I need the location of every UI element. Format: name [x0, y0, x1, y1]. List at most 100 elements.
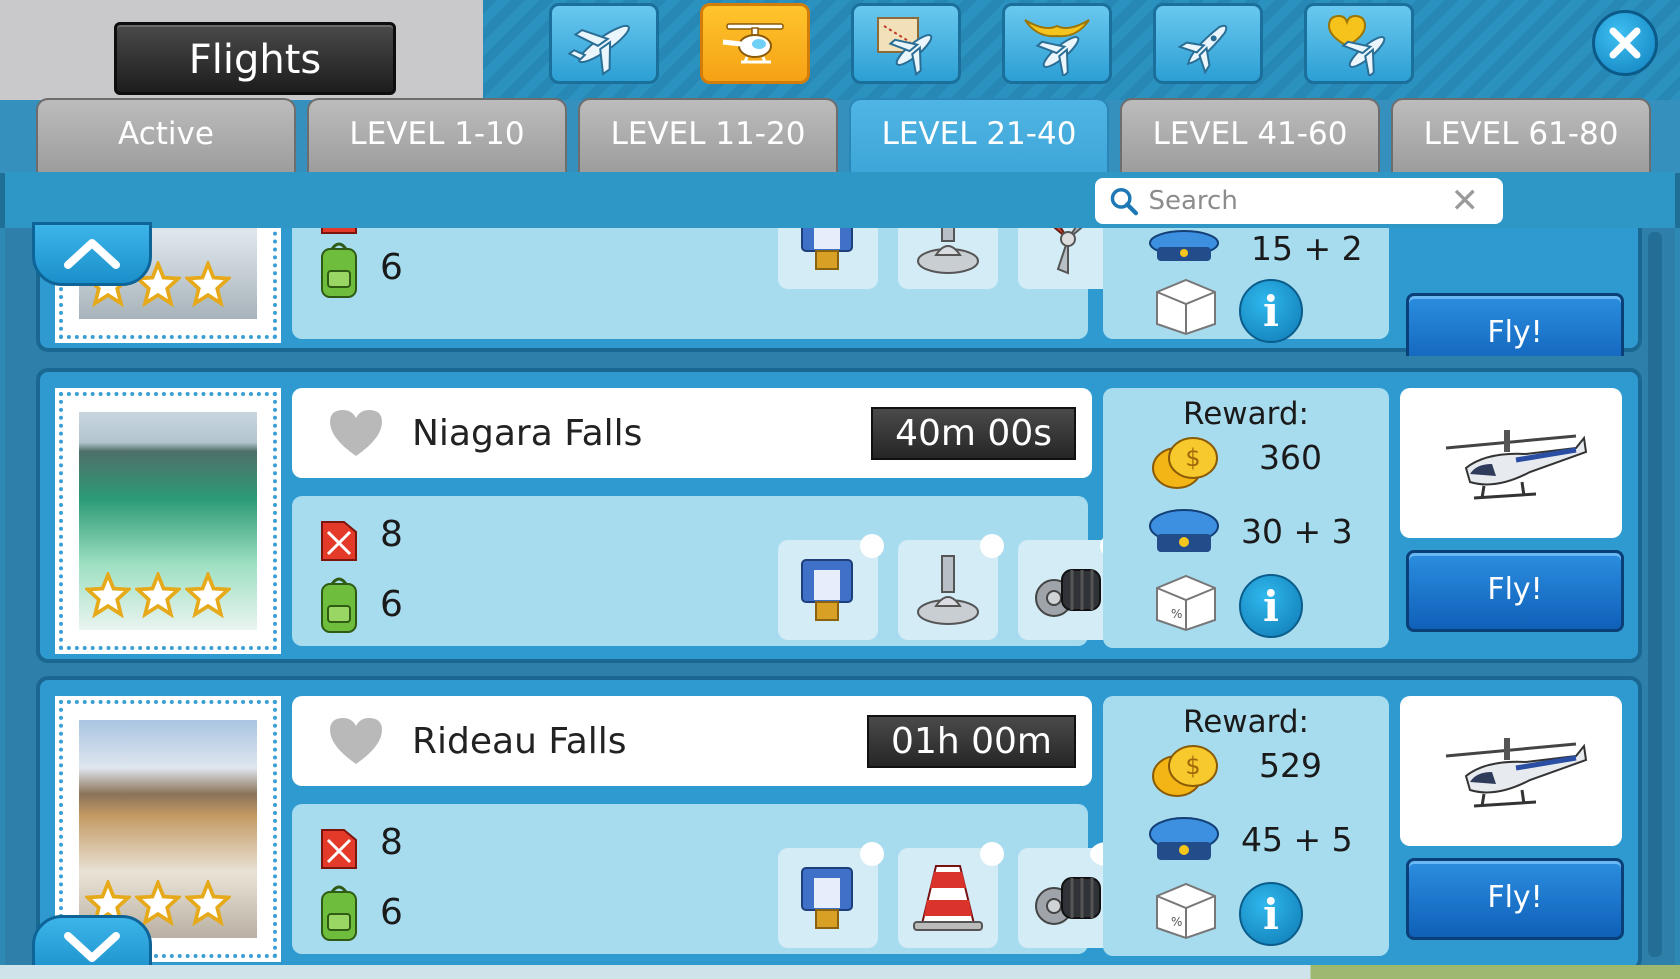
category-plane-button[interactable] — [549, 3, 659, 84]
fly-button[interactable]: Fly! — [1406, 550, 1624, 632]
fuel-count: 8 — [380, 822, 403, 863]
flight-title-bar: Niagara Falls 40m 00s — [292, 388, 1092, 478]
fuel-count: 8 — [380, 514, 403, 555]
category-winged-plane-button[interactable] — [1002, 3, 1112, 84]
tab-active[interactable]: Active — [36, 98, 296, 172]
destination-name: Rideau Falls — [412, 720, 627, 762]
star-icon — [135, 880, 181, 926]
requirements-panel: 8 6 — [292, 804, 1124, 954]
part-slot — [778, 842, 884, 948]
scrollbar[interactable] — [1648, 232, 1662, 957]
heart-plane-icon — [1327, 14, 1386, 76]
coins-icon: $ — [1152, 437, 1218, 489]
passengers-count: 6 — [380, 247, 403, 288]
passengers-count: 6 — [380, 584, 403, 625]
tab-level-1-10[interactable]: LEVEL 1-10 — [307, 98, 567, 172]
tab-level-61-80[interactable]: LEVEL 61-80 — [1391, 98, 1651, 172]
fuel-can-icon — [321, 521, 357, 561]
gear-bellows-part-icon — [1035, 569, 1101, 617]
favorite-heart-icon[interactable] — [328, 408, 384, 458]
window-title: Flights — [114, 22, 396, 95]
favorite-heart-icon[interactable] — [328, 716, 384, 766]
fuel-can-icon — [321, 228, 357, 234]
flight-card: Niagara Falls 40m 00s 8 6 Reward: $ 360 … — [36, 368, 1642, 663]
pilot-cap-icon — [1149, 817, 1219, 860]
search-input[interactable] — [1146, 185, 1451, 217]
backpack-icon — [321, 885, 357, 941]
pilot-cap-icon — [1149, 509, 1219, 552]
flight-duration: 40m 00s — [871, 406, 1076, 460]
mystery-box-icon: % — [1156, 882, 1216, 940]
star-rating — [85, 572, 231, 618]
reward-label: Reward: — [1183, 704, 1309, 740]
star-icon — [185, 572, 231, 618]
tab-level-11-20[interactable]: LEVEL 11-20 — [578, 98, 838, 172]
winged-plane-icon — [1024, 18, 1090, 76]
pilot-cap-icon — [1149, 230, 1219, 261]
info-button[interactable]: i — [1239, 882, 1303, 946]
search-clear-icon[interactable]: ✕ — [1451, 184, 1480, 218]
search-box[interactable]: ✕ — [1095, 178, 1503, 224]
reward-coins: 529 — [1259, 746, 1322, 785]
tab-level-21-40[interactable]: LEVEL 21-40 — [849, 98, 1109, 172]
scroll-up-button[interactable] — [32, 222, 152, 286]
passengers-count: 6 — [380, 892, 403, 933]
star-icon — [185, 261, 231, 307]
fly-button[interactable]: Fly! — [1406, 293, 1624, 356]
star-icon — [85, 572, 131, 618]
traffic-cone-part-icon — [913, 865, 983, 931]
flight-duration: 01h 00m — [867, 714, 1076, 768]
helicopter-icon — [722, 22, 784, 63]
chevron-up-icon — [64, 239, 120, 269]
svg-text:$: $ — [1185, 444, 1200, 472]
shock-absorber-part-icon — [917, 228, 979, 274]
gear-bellows-part-icon — [1035, 877, 1101, 925]
map-background-strip — [0, 965, 1680, 979]
tab-level-41-60[interactable]: LEVEL 41-60 — [1120, 98, 1380, 172]
category-map-plane-button[interactable] — [851, 3, 961, 84]
aircraft-preview — [1400, 388, 1622, 538]
reward-pilots: 30 + 3 — [1241, 512, 1353, 551]
rocket-plane-icon — [1177, 24, 1228, 75]
reward-panel: Reward: $ 360 30 + 3 % i — [1103, 388, 1389, 648]
part-slot — [778, 228, 878, 289]
destination-name: Niagara Falls — [412, 412, 643, 454]
flight-card: Rideau Falls 01h 00m 8 6 Reward: $ 529 4… — [36, 676, 1642, 971]
part-slot — [898, 228, 998, 289]
svg-text:%: % — [1171, 607, 1182, 621]
reward-pilots: 15 + 2 — [1251, 229, 1363, 268]
flight-title-bar: Rideau Falls 01h 00m — [292, 696, 1092, 786]
close-icon — [1609, 27, 1641, 59]
reward-panel: 15 + 2 i — [1103, 228, 1389, 343]
close-button[interactable] — [1592, 10, 1658, 76]
star-icon — [185, 880, 231, 926]
shock-absorber-part-icon — [917, 555, 979, 625]
fuel-can-icon — [321, 829, 357, 869]
reward-label: Reward: — [1183, 396, 1309, 432]
map-plane-icon — [877, 16, 933, 76]
backpack-icon — [321, 577, 357, 633]
helicopter-icon — [1445, 430, 1588, 500]
propeller-part-icon — [1053, 228, 1083, 275]
mystery-box-icon: % — [1156, 574, 1216, 632]
reward-coins: 360 — [1259, 438, 1322, 477]
chevron-down-icon — [64, 932, 120, 962]
category-rocket-button[interactable] — [1153, 3, 1263, 84]
search-icon — [1110, 187, 1139, 216]
svg-text:%: % — [1171, 915, 1182, 929]
helicopter-icon — [1445, 738, 1588, 808]
aircraft-preview — [1400, 696, 1622, 846]
category-favorite-button[interactable] — [1304, 3, 1414, 84]
flight-card: 6 15 + 2 i Fly! — [36, 228, 1642, 356]
mystery-box-icon — [1156, 278, 1216, 336]
destination-stamp — [55, 388, 281, 654]
info-button[interactable]: i — [1239, 279, 1303, 343]
fly-button[interactable]: Fly! — [1406, 858, 1624, 940]
valve-part-icon — [801, 867, 853, 929]
info-button[interactable]: i — [1239, 574, 1303, 638]
category-helicopter-button[interactable] — [700, 3, 810, 84]
reward-panel: Reward: $ 529 45 + 5 % i — [1103, 696, 1389, 956]
destination-photo — [79, 412, 257, 630]
part-slot — [778, 534, 884, 640]
svg-text:$: $ — [1185, 752, 1200, 780]
